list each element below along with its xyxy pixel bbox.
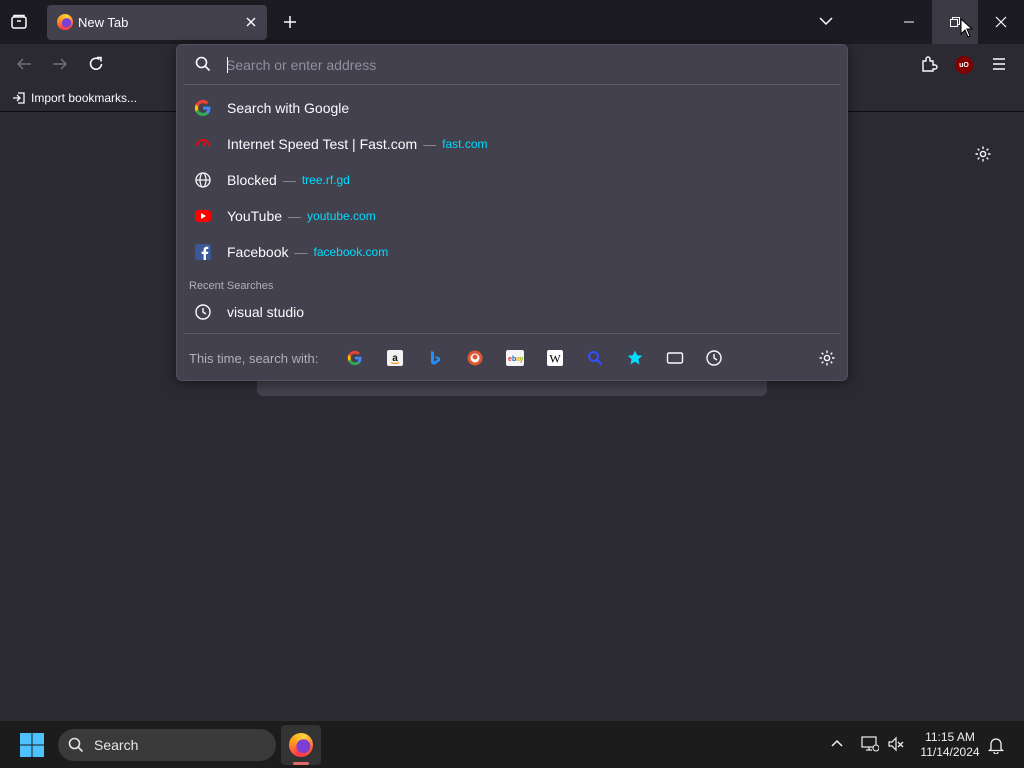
result-separator: — [282,172,296,188]
import-bookmarks-button[interactable]: Import bookmarks... [12,91,137,105]
arrow-right-icon [53,58,68,70]
google-icon [192,97,214,119]
fast-com-icon [192,133,214,155]
svg-text:a: a [392,353,398,364]
search-engine-icon[interactable] [582,345,608,371]
bookmarks-star-icon[interactable] [622,345,648,371]
running-indicator [293,762,309,765]
tab-title: New Tab [78,15,129,30]
ebay-icon[interactable]: ebay [502,345,528,371]
urlbar-input[interactable] [226,55,826,75]
clock-time: 11:15 AM [925,730,975,744]
result-separator: — [294,244,308,260]
show-hidden-icons-button[interactable] [830,738,844,748]
import-icon [13,92,25,104]
ublock-origin-icon[interactable]: uO [955,56,973,74]
hamburger-menu-icon [993,58,1005,70]
result-url: tree.rf.gd [301,173,350,187]
text-caret [227,57,228,73]
amazon-icon[interactable]: a [382,345,408,371]
result-title: Blocked [227,172,277,188]
close-icon [995,16,1007,28]
wikipedia-icon[interactable]: W [542,345,568,371]
recent-searches-label: Recent Searches [189,280,274,292]
taskbar-firefox-button[interactable] [281,725,321,765]
reload-button[interactable] [87,55,105,73]
gear-icon [819,350,835,366]
arrow-left-icon [16,58,31,70]
recent-search-title: visual studio [227,304,305,320]
search-icon [68,737,84,753]
volume-muted-icon[interactable] [887,736,905,752]
windows-start-button[interactable] [20,733,44,757]
search-icon [194,55,212,73]
one-offs-divider [184,333,840,334]
result-url: fast.com [442,137,488,151]
extensions-button[interactable] [920,55,938,73]
gear-icon [975,146,991,162]
network-icon[interactable] [861,736,879,752]
one-offs-label: This time, search with: [189,351,319,366]
youtube-icon [192,205,214,227]
result-row[interactable]: Search with Google [184,90,840,126]
result-title: Search with Google [227,100,350,116]
svg-text:W: W [549,352,561,366]
tab-strip: New Tab [0,0,1024,44]
new-tab-button[interactable] [282,14,298,30]
mouse-pointer-icon [960,18,974,38]
chevron-up-icon [831,739,843,747]
globe-icon [192,169,214,191]
puzzle-icon [922,56,938,72]
back-button[interactable] [15,56,33,72]
firefox-icon [57,14,73,30]
reload-icon [89,56,103,70]
duckduckgo-icon[interactable] [462,345,488,371]
notifications-button[interactable] [988,736,1004,754]
windows-taskbar: Search 11:15 AM 11/14/2024 [0,720,1024,768]
firefox-view-icon [11,14,27,29]
chevron-down-icon [819,17,833,26]
result-separator: — [423,136,437,152]
taskbar-search-label: Search [94,737,139,753]
tab-new-tab[interactable]: New Tab [47,5,267,40]
bell-icon [988,738,1004,754]
history-icon[interactable] [701,345,727,371]
result-row[interactable]: Blocked — tree.rf.gd [184,162,840,198]
tab-close-button[interactable] [245,16,257,28]
close-window-button[interactable] [978,0,1024,44]
result-url: youtube.com [307,209,376,223]
search-settings-button[interactable] [814,345,840,371]
new-tab-settings-button[interactable] [974,145,992,163]
result-title: Facebook [227,244,289,260]
taskbar-search-box[interactable]: Search [58,729,276,761]
windows-logo-icon [20,733,44,757]
result-row[interactable]: Internet Speed Test | Fast.com — fast.co… [184,126,840,162]
minimize-icon [904,21,914,23]
result-title: Internet Speed Test | Fast.com [227,136,418,152]
clock-date: 11/14/2024 [920,745,980,759]
result-separator: — [288,208,302,224]
close-icon [246,17,256,27]
svg-text:y: y [520,356,524,363]
app-menu-button[interactable] [991,57,1007,71]
list-all-tabs-button[interactable] [818,15,834,27]
firefox-icon [289,733,313,757]
urlbar-divider [184,84,840,85]
result-row[interactable]: Facebook — facebook.com [184,234,840,270]
plus-icon [284,16,296,28]
import-bookmarks-label: Import bookmarks... [31,91,138,105]
minimize-button[interactable] [886,0,932,44]
clock-icon [192,301,214,323]
firefox-view-button[interactable] [10,13,28,31]
forward-button[interactable] [51,56,69,72]
google-icon[interactable] [342,345,368,371]
result-url: facebook.com [313,245,389,259]
bing-icon[interactable] [422,345,448,371]
result-row[interactable]: YouTube — youtube.com [184,198,840,234]
result-title: YouTube [227,208,283,224]
recent-search-row[interactable]: visual studio [184,294,840,330]
facebook-icon [192,241,214,263]
system-clock[interactable]: 11:15 AM 11/14/2024 [912,730,988,760]
tabs-icon[interactable] [662,345,688,371]
